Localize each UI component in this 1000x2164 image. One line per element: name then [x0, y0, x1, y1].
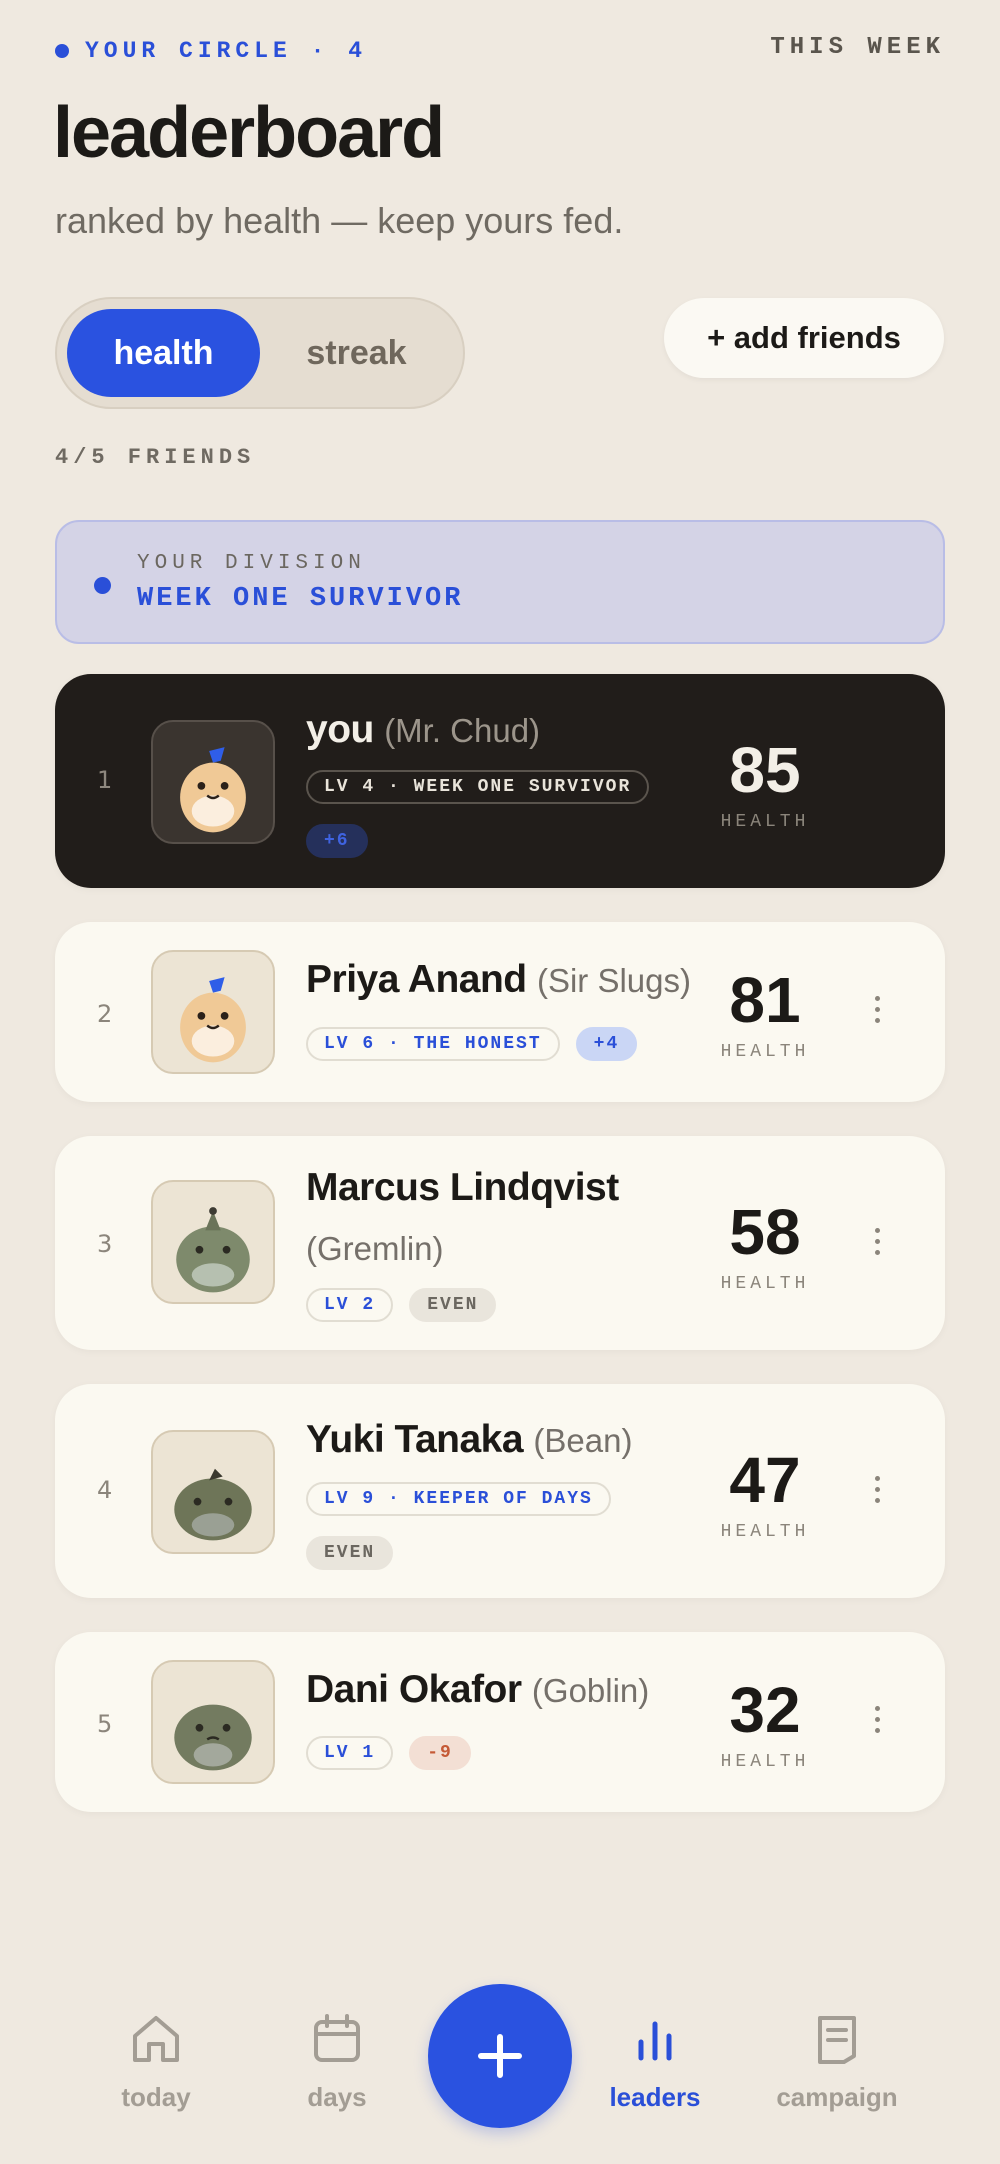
health-score-value: 85 — [729, 734, 801, 806]
calendar-icon — [314, 2014, 360, 2062]
cream-blob-icon — [151, 950, 275, 1074]
player-name-text: Yuki Tanaka — [306, 1418, 524, 1461]
rank-number: 5 — [97, 1710, 113, 1738]
cream-blob-icon — [151, 720, 275, 844]
player-name-text: Dani Okafor — [306, 1668, 522, 1711]
more-options-icon[interactable] — [867, 1228, 887, 1255]
change-badge: -9 — [409, 1736, 471, 1770]
player-tags: LV 4 · WEEK ONE SURVIVOR — [306, 770, 650, 804]
player-tags-secondary: +6 — [306, 824, 368, 858]
division-name: WEEK ONE SURVIVOR — [137, 584, 464, 614]
period-label[interactable]: THIS WEEK — [770, 34, 945, 61]
page-title: leaderboard — [53, 93, 445, 173]
top-bar: YOUR CIRCLE · 4 THIS WEEK — [55, 30, 945, 70]
rank-number: 3 — [97, 1230, 113, 1258]
nav-campaign[interactable]: campaign — [767, 2012, 907, 2113]
player-name-text: you — [306, 708, 374, 751]
health-score-label: HEALTH — [720, 1522, 810, 1542]
tab-health[interactable]: health — [67, 309, 260, 397]
bottom-nav: today days leaders campaign — [0, 1964, 1000, 2164]
nav-leaders[interactable]: leaders — [585, 2012, 725, 2113]
more-options-icon[interactable] — [867, 1476, 887, 1503]
change-badge: EVEN — [409, 1288, 497, 1322]
health-score-label: HEALTH — [720, 1752, 810, 1772]
document-icon — [818, 2016, 856, 2064]
pet-nickname: (Gremlin) — [306, 1230, 444, 1267]
nav-label: leaders — [609, 2082, 701, 2112]
add-friends-button[interactable]: + add friends — [664, 298, 944, 378]
tab-streak[interactable]: streak — [260, 309, 453, 397]
level-badge: LV 6 · THE HONEST — [306, 1027, 560, 1061]
health-score: 81 HEALTH — [695, 968, 835, 1062]
change-badge: +6 — [306, 824, 368, 858]
player-name: Dani Okafor (Goblin) — [306, 1668, 649, 1712]
leaderboard-row[interactable]: 3 Marcus Lindqvist (Gremlin) LV 2 EVEN 5… — [55, 1136, 945, 1350]
health-score-value: 58 — [729, 1196, 801, 1268]
nav-days[interactable]: days — [267, 2012, 407, 2113]
more-options-icon[interactable] — [867, 1706, 887, 1733]
rank-number: 1 — [97, 766, 113, 794]
pet-nickname: (Mr. Chud) — [384, 712, 541, 749]
health-score-label: HEALTH — [720, 1042, 810, 1062]
rank-number: 4 — [97, 1476, 113, 1504]
player-name: you (Mr. Chud) — [306, 708, 540, 752]
pet-nickname: (Goblin) — [531, 1672, 650, 1709]
friends-count: 4/5 FRIENDS — [55, 445, 256, 470]
pet-nickname-line: (Gremlin) — [306, 1226, 444, 1270]
level-badge: LV 1 — [306, 1736, 394, 1770]
circle-label-text: YOUR CIRCLE · 4 — [85, 38, 368, 64]
health-score-label: HEALTH — [720, 812, 810, 832]
division-dot-icon — [94, 577, 111, 594]
player-tags-secondary: EVEN — [306, 1536, 394, 1570]
green-blob-icon — [151, 1430, 275, 1554]
add-entry-button[interactable] — [428, 1984, 572, 2128]
health-score: 47 HEALTH — [695, 1448, 835, 1542]
health-score-value: 47 — [729, 1444, 801, 1516]
leaderboard-row[interactable]: 4 Yuki Tanaka (Bean) LV 9 · KEEPER OF DA… — [55, 1384, 945, 1598]
bar-chart-icon — [638, 2021, 672, 2061]
pet-nickname: (Bean) — [533, 1422, 633, 1459]
more-options-icon[interactable] — [867, 996, 887, 1023]
player-name-text: Marcus Lindqvist — [306, 1166, 619, 1209]
green-blob-icon — [151, 1660, 275, 1784]
change-badge: EVEN — [306, 1536, 394, 1570]
pet-nickname: (Sir Slugs) — [536, 962, 691, 999]
nav-label: campaign — [776, 2082, 898, 2112]
level-badge: LV 9 · KEEPER OF DAYS — [306, 1482, 611, 1516]
circle-label: YOUR CIRCLE · 4 — [55, 38, 367, 64]
level-badge: LV 4 · WEEK ONE SURVIVOR — [306, 770, 650, 804]
player-tags: LV 1 -9 — [306, 1736, 471, 1770]
change-badge: +4 — [575, 1027, 638, 1061]
nav-label: days — [307, 2082, 367, 2112]
health-score-label: HEALTH — [720, 1274, 810, 1294]
health-score: 32 HEALTH — [695, 1678, 835, 1772]
health-score: 58 HEALTH — [695, 1200, 835, 1294]
player-name-text: Priya Anand — [306, 958, 527, 1001]
level-badge: LV 2 — [306, 1288, 394, 1322]
rank-number: 2 — [97, 1000, 113, 1028]
player-tags: LV 9 · KEEPER OF DAYS — [306, 1482, 611, 1516]
home-icon — [133, 2016, 179, 2062]
health-score: 85 HEALTH — [695, 738, 835, 832]
nav-today[interactable]: today — [86, 2012, 226, 2113]
health-score-value: 81 — [729, 964, 801, 1036]
health-score-value: 32 — [729, 1674, 801, 1746]
circle-dot-icon — [55, 44, 69, 58]
page-subtitle: ranked by health — keep yours fed. — [55, 200, 624, 241]
leaderboard-row[interactable]: 2 Priya Anand (Sir Slugs) LV 6 · THE HON… — [55, 922, 945, 1102]
player-tags: LV 2 EVEN — [306, 1288, 497, 1322]
division-banner: YOUR DIVISION WEEK ONE SURVIVOR — [55, 520, 945, 644]
nav-label: today — [121, 2082, 191, 2112]
ranking-toggle: health streak — [55, 297, 465, 409]
plus-icon — [478, 2034, 522, 2078]
green-blob-icon — [151, 1180, 275, 1304]
player-name: Yuki Tanaka (Bean) — [306, 1418, 632, 1462]
player-name: Marcus Lindqvist — [306, 1166, 619, 1210]
player-name: Priya Anand (Sir Slugs) — [306, 958, 691, 1002]
leaderboard-row-me[interactable]: 1 you (Mr. Chud) LV 4 · WEEK ONE SURVIVO… — [55, 674, 945, 888]
player-tags: LV 6 · THE HONEST +4 — [306, 1027, 638, 1061]
leaderboard-row[interactable]: 5 Dani Okafor (Goblin) LV 1 -9 32 HEALTH — [55, 1632, 945, 1812]
division-caption: YOUR DIVISION — [137, 552, 366, 575]
